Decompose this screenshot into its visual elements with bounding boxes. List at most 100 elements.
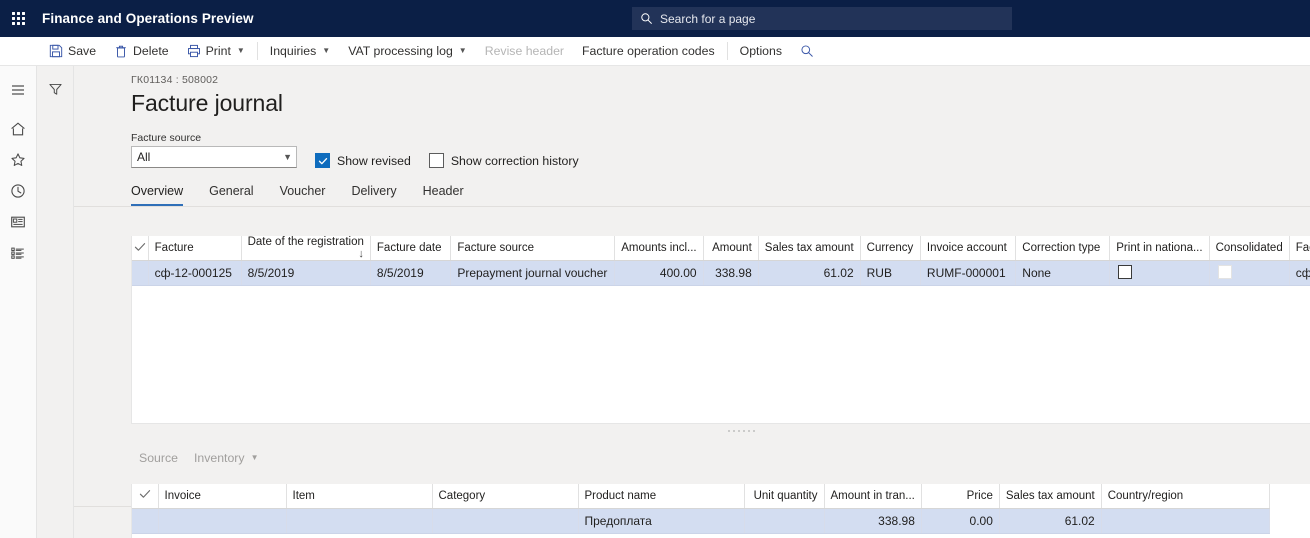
table-row[interactable]: Предоплата 338.98 0.00 61.02 xyxy=(132,508,1270,534)
cell-date-of-the-registration[interactable]: 8/5/2019 xyxy=(241,260,371,286)
column-header-facture-date[interactable]: Facture date xyxy=(370,236,452,261)
column-header-sales-tax-amount[interactable]: Sales tax amount xyxy=(758,236,861,261)
cell-unit-quantity[interactable] xyxy=(744,508,825,534)
cell-facture[interactable]: сф-12-000125 xyxy=(148,260,242,286)
column-header-sales-tax-amount[interactable]: Sales tax amount xyxy=(999,484,1102,509)
cell-correction-type[interactable]: None xyxy=(1015,260,1111,286)
search-icon xyxy=(641,13,652,24)
home-icon xyxy=(11,121,25,135)
column-header-invoice-account[interactable]: Invoice account xyxy=(920,236,1017,261)
cell-facture[interactable]: сф-12-... xyxy=(1289,260,1310,286)
column-header-label: Amounts incl... xyxy=(621,242,697,254)
facture-journal-grid: Facture Date of the registration ↓ Facture … xyxy=(132,236,1310,286)
grid-header-row: Facture Date of the registration ↓ Facture … xyxy=(132,236,1310,261)
table-row[interactable]: сф-12-000125 8/5/2019 8/5/2019 Prepayment j… xyxy=(132,260,1310,286)
column-header-correction-type[interactable]: Correction type xyxy=(1015,236,1111,261)
facture-source-select[interactable]: All ▼ xyxy=(131,146,297,168)
column-header-amount-in-tran[interactable]: Amount in tran... xyxy=(824,484,922,509)
cell-consolidated[interactable] xyxy=(1209,260,1290,286)
cell-price[interactable]: 0.00 xyxy=(921,508,1000,534)
column-header-amounts-incl[interactable]: Amounts incl... xyxy=(614,236,704,261)
cell-item[interactable] xyxy=(286,508,433,534)
filter-pane-button[interactable] xyxy=(37,74,74,105)
column-header-facture-source[interactable]: Facture source xyxy=(450,236,616,261)
column-header-facture[interactable]: Facture xyxy=(148,236,242,261)
facture-source-label: Facture source xyxy=(131,132,202,144)
options-button[interactable]: Options xyxy=(731,37,791,66)
page-title: Facture journal xyxy=(131,90,283,116)
cell-print-in-nationa[interactable] xyxy=(1109,260,1210,286)
save-button[interactable]: Save xyxy=(40,37,105,66)
nav-modules[interactable] xyxy=(0,237,37,268)
clock-icon xyxy=(11,183,25,198)
inventory-button: Inventory ▼ xyxy=(186,448,267,468)
inquiries-menu[interactable]: Inquiries ▼ xyxy=(261,37,339,66)
cell-invoice-account[interactable]: RUMF-000001 xyxy=(920,260,1017,286)
column-header-item[interactable]: Item xyxy=(286,484,433,509)
column-header-consolidated[interactable]: Consolidated xyxy=(1209,236,1290,261)
facture-journal-grid-pane: Facture Date of the registration ↓ Facture … xyxy=(131,236,1310,424)
search-placeholder: Search for a page xyxy=(660,11,756,26)
cell-facture-source[interactable]: Prepayment journal voucher xyxy=(450,260,616,286)
tab-header[interactable]: Header xyxy=(423,180,464,206)
print-label: Print xyxy=(205,44,231,58)
print-in-national-currency-checkbox[interactable] xyxy=(1118,264,1133,279)
print-button[interactable]: Print ▼ xyxy=(178,37,254,66)
cell-category[interactable] xyxy=(432,508,579,534)
tab-general[interactable]: General xyxy=(209,180,253,206)
nav-recent[interactable] xyxy=(0,175,37,206)
command-search-button[interactable] xyxy=(791,37,828,66)
app-launcher-button[interactable] xyxy=(0,0,36,37)
tab-overview[interactable]: Overview xyxy=(131,180,184,206)
tab-voucher[interactable]: Voucher xyxy=(280,180,326,206)
show-revised-checkbox[interactable]: Show revised xyxy=(315,153,411,168)
column-header-label: Facture xyxy=(154,242,194,254)
tab-delivery[interactable]: Delivery xyxy=(351,180,396,206)
row-select-cell[interactable] xyxy=(132,260,149,286)
cell-amount[interactable]: 338.98 xyxy=(703,260,759,286)
delete-button[interactable]: Delete xyxy=(105,37,178,66)
workspace-icon xyxy=(11,216,25,227)
column-header-print-in-nationa[interactable]: Print in nationa... xyxy=(1109,236,1210,261)
facture-source-field: Facture source All ▼ xyxy=(131,132,297,168)
column-header-label: Invoice account xyxy=(926,242,1007,254)
show-correction-history-checkbox[interactable]: Show correction history xyxy=(428,153,579,168)
select-all-column-header[interactable] xyxy=(132,236,149,261)
cell-currency[interactable]: RUB xyxy=(860,260,921,286)
global-search-box[interactable]: Search for a page xyxy=(632,7,1012,30)
row-select-cell[interactable] xyxy=(132,508,159,534)
column-header-category[interactable]: Category xyxy=(432,484,579,509)
vat-processing-log-menu[interactable]: VAT processing log ▼ xyxy=(339,37,476,66)
column-header-unit-quantity[interactable]: Unit quantity xyxy=(744,484,825,509)
nav-expand[interactable] xyxy=(0,74,37,105)
source-button: Source xyxy=(131,448,186,468)
column-header-currency[interactable]: Currency xyxy=(860,236,921,261)
cell-invoice[interactable] xyxy=(158,508,287,534)
source-label: Source xyxy=(139,451,178,465)
column-header-amount[interactable]: Amount xyxy=(703,236,759,261)
pane-splitter[interactable] xyxy=(131,425,1310,437)
column-header-date-of-the-registration[interactable]: Date of the registration ↓ xyxy=(241,236,371,261)
nav-workspaces[interactable] xyxy=(0,206,37,237)
cell-amount-in-tran[interactable]: 338.98 xyxy=(824,508,922,534)
page-body: ГК01134 : 508002 Facture journal Facture… xyxy=(0,66,1310,538)
column-header-country-region[interactable]: Country/region xyxy=(1101,484,1270,509)
main-content: ГК01134 : 508002 Facture journal Facture… xyxy=(74,66,1310,538)
column-header-price[interactable]: Price xyxy=(921,484,1000,509)
cell-country-region[interactable] xyxy=(1101,508,1270,534)
cell-facture-date[interactable]: 8/5/2019 xyxy=(370,260,452,286)
facture-operation-codes-button[interactable]: Facture operation codes xyxy=(573,37,724,66)
column-header-facture[interactable]: Facture xyxy=(1289,236,1310,261)
cell-sales-tax-amount[interactable]: 61.02 xyxy=(758,260,861,286)
cell-amounts-incl[interactable]: 400.00 xyxy=(614,260,704,286)
cell-sales-tax-amount[interactable]: 61.02 xyxy=(999,508,1102,534)
column-header-product-name[interactable]: Product name xyxy=(578,484,745,509)
cell-product-name[interactable]: Предоплата xyxy=(578,508,745,534)
nav-home[interactable] xyxy=(0,113,37,144)
save-label: Save xyxy=(68,44,97,58)
select-all-column-header[interactable] xyxy=(132,484,159,509)
nav-favorites[interactable] xyxy=(0,144,37,175)
splitter-dots-icon xyxy=(727,430,755,432)
column-header-invoice[interactable]: Invoice xyxy=(158,484,287,509)
app-title: Finance and Operations Preview xyxy=(42,11,254,26)
